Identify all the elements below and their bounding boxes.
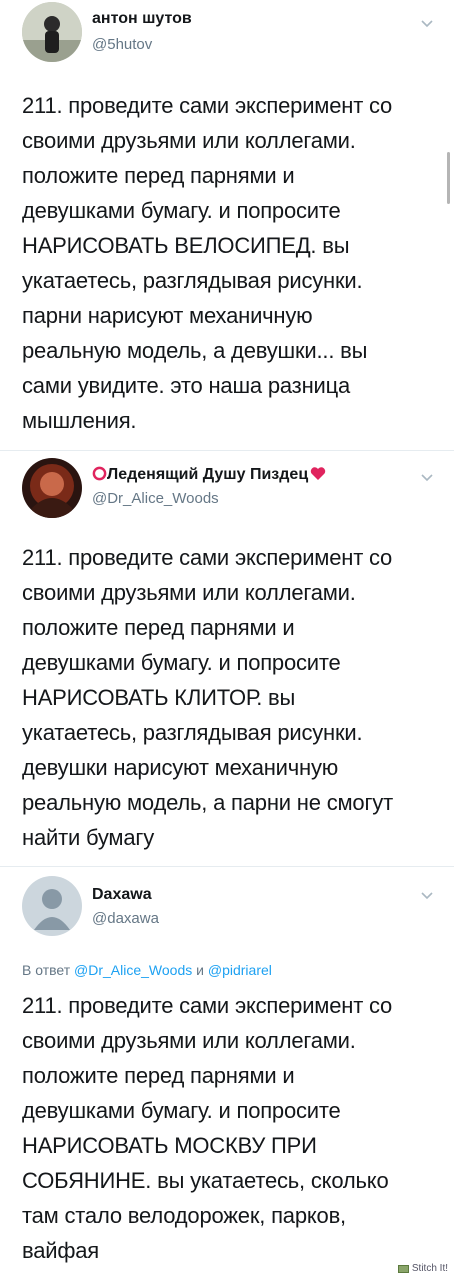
reply-joiner: и [196,962,204,978]
tweet-2: Леденящий Душу Пиздец @Dr_Alice_Woods 21… [0,450,454,866]
text-line: 211. проведите сами эксперимент со [22,93,393,118]
stitch-logo-icon [397,1264,409,1273]
red-heart-icon [310,467,326,480]
chevron-down-icon[interactable] [420,888,434,902]
text-line: 211. проведите сами эксперимент со [22,993,393,1018]
text-line: девушки нарисуют механичную [22,755,339,780]
text-line: найти бумагу [22,825,155,850]
text-line: положите перед парнями и [22,163,295,188]
red-circle-icon [92,466,107,481]
text-line: парни нарисуют механичную [22,303,313,328]
text-line: НАРИСОВАТЬ МОСКВУ ПРИ [22,1133,317,1158]
text-line: мышления. [22,408,137,433]
tweet-text: 211. проведите сами эксперимент со своим… [22,988,432,1268]
chevron-down-icon[interactable] [420,470,434,484]
text-line: девушками бумагу. и попросите [22,198,341,223]
text-line: НАРИСОВАТЬ КЛИТОР. вы [22,685,296,710]
text-line: реальную модель, а парни не смогут [22,790,393,815]
text-line: укатаетесь, разглядывая рисунки. [22,268,363,293]
text-line: там стало велодорожек, парков, [22,1203,346,1228]
display-name[interactable]: Леденящий Душу Пиздец [92,466,326,484]
user-handle[interactable]: @Dr_Alice_Woods [92,490,219,507]
avatar[interactable] [22,458,82,518]
avatar[interactable] [22,2,82,62]
reply-context: В ответ @Dr_Alice_Woods и @pidriarel [22,962,272,978]
text-line: своими друзьями или коллегами. [22,1028,356,1053]
mention-link[interactable]: @Dr_Alice_Woods [74,962,192,978]
text-line: положите перед парнями и [22,1063,295,1088]
user-handle[interactable]: @5hutov [92,36,152,53]
text-line: вайфая [22,1238,100,1263]
display-name[interactable]: Daxawa [92,886,152,904]
chevron-down-icon[interactable] [420,16,434,30]
text-line: девушками бумагу. и попросите [22,1098,341,1123]
text-line: СОБЯНИНЕ. вы укатаетесь, сколько [22,1168,389,1193]
text-line: положите перед парнями и [22,615,295,640]
scrollbar[interactable] [447,152,450,204]
avatar[interactable] [22,876,82,936]
tweet-text: 211. проведите сами эксперимент со своим… [22,88,432,438]
tweet-1: антон шутов @5hutov 211. проведите сами … [0,0,454,450]
user-handle[interactable]: @daxawa [92,910,159,927]
display-name[interactable]: антон шутов [92,10,192,28]
text-line: девушками бумагу. и попросите [22,650,341,675]
reply-prefix: В ответ [22,962,71,978]
display-name-text: Леденящий Душу Пиздец [107,466,309,483]
text-line: реальную модель, а девушки... вы [22,338,368,363]
text-line: сами увидите. это наша разница [22,373,351,398]
text-line: НАРИСОВАТЬ ВЕЛОСИПЕД. вы [22,233,350,258]
mention-link[interactable]: @pidriarel [208,962,272,978]
watermark-text: Stitch It! [411,1263,448,1274]
text-line: своими друзьями или коллегами. [22,580,356,605]
avatar-photo [22,2,82,62]
tweet-text: 211. проведите сами эксперимент со своим… [22,540,432,855]
avatar-photo [22,458,82,518]
text-line: своими друзьями или коллегами. [22,128,356,153]
stitch-watermark: Stitch It! [397,1263,448,1274]
default-avatar-icon [22,876,82,936]
text-line: 211. проведите сами эксперимент со [22,545,393,570]
tweet-3: Daxawa @daxawa В ответ @Dr_Alice_Woods и… [0,866,454,1280]
text-line: укатаетесь, разглядывая рисунки. [22,720,363,745]
